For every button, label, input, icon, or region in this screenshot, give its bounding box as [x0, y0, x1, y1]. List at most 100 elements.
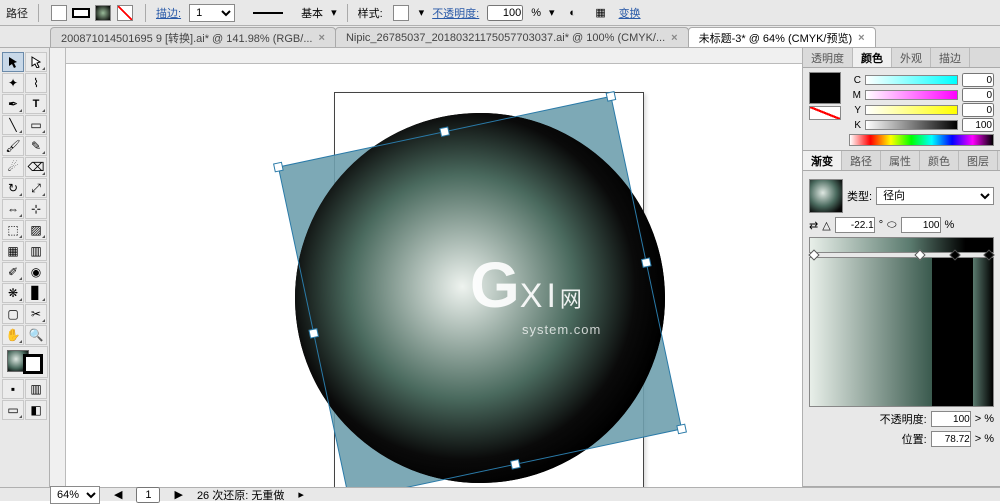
cyan-value[interactable]	[962, 73, 994, 87]
slice-tool[interactable]: ✂	[25, 304, 47, 324]
magenta-slider[interactable]	[865, 90, 958, 100]
opacity-input[interactable]	[487, 5, 523, 21]
pencil-tool[interactable]: ✎	[25, 136, 47, 156]
fill-swatch[interactable]	[49, 3, 69, 23]
artboard-nav-next[interactable]: ▶	[174, 488, 182, 501]
tab-transparency[interactable]: 透明度	[803, 48, 853, 67]
artboard-nav-prev[interactable]: ◀	[114, 488, 122, 501]
eraser-tool[interactable]: ⌫	[25, 157, 47, 177]
screen-mode-btn[interactable]: ▭	[2, 400, 24, 420]
gradient-swatch[interactable]	[93, 3, 113, 23]
spectrum-bar[interactable]	[849, 134, 994, 146]
control-bar: 路径 描边: 1 基本 ▾ 样式: ▾ 不透明度: % ▾ ◐ ▦ 变换	[0, 0, 1000, 26]
dash-style-label: 基本	[301, 5, 323, 21]
stroke-weight-select[interactable]: 1	[189, 4, 235, 22]
opacity-dropdown-icon[interactable]: ▾	[549, 6, 555, 19]
yellow-slider[interactable]	[865, 105, 958, 115]
none-color-swatch[interactable]	[809, 106, 841, 120]
pen-tool[interactable]: ✒	[2, 94, 24, 114]
tab-swatches[interactable]: 颜色	[920, 151, 959, 170]
document-tab[interactable]: 未标题-3* @ 64% (CMYK/预览) ×	[688, 27, 876, 47]
document-tab-bar: 200871014501695 9 [转换].ai* @ 141.98% (RG…	[0, 26, 1000, 48]
gradient-type-select[interactable]: 径向	[876, 187, 994, 205]
cyan-slider[interactable]	[865, 75, 958, 85]
recolor-icon[interactable]: ◐	[563, 3, 583, 23]
close-icon[interactable]: ×	[858, 32, 864, 44]
style-dropdown-icon[interactable]: ▾	[419, 6, 425, 19]
line-tool[interactable]: ╲	[2, 115, 24, 135]
gradient-mode-btn[interactable]: ▥	[25, 379, 47, 399]
symbol-sprayer-tool[interactable]: ❋	[2, 283, 24, 303]
free-transform-tool[interactable]: ⊹	[25, 199, 47, 219]
magic-wand-tool[interactable]: ✦	[2, 73, 24, 93]
fill-stroke-indicator[interactable]	[2, 346, 48, 378]
yellow-value[interactable]	[962, 103, 994, 117]
tab-attributes[interactable]: 属性	[881, 151, 920, 170]
stroke-arrow-preview[interactable]	[243, 3, 293, 23]
blend-tool[interactable]: ◉	[25, 262, 47, 282]
percent-label: %	[531, 7, 541, 19]
eyedropper-tool[interactable]: ✐	[2, 262, 24, 282]
perspective-grid-tool[interactable]: ▨	[25, 220, 47, 240]
draw-mode-btn[interactable]: ◧	[25, 400, 47, 420]
transform-link[interactable]: 变换	[619, 5, 641, 21]
stroke-swatch[interactable]	[71, 3, 91, 23]
yellow-label: Y	[849, 105, 861, 116]
stop-opacity-input[interactable]	[931, 411, 971, 427]
artboard-tool[interactable]: ▢	[2, 304, 24, 324]
stop-opacity-label: 不透明度:	[880, 411, 927, 427]
tab-appearance[interactable]: 外观	[892, 48, 931, 67]
gradient-aspect-input[interactable]	[901, 217, 941, 233]
document-tab[interactable]: Nipic_26785037_20180321175057703037.ai* …	[335, 27, 689, 47]
rectangle-tool[interactable]: ▭	[25, 115, 47, 135]
stroke-label[interactable]: 描边:	[156, 5, 181, 21]
direct-selection-tool[interactable]	[25, 52, 47, 72]
dash-dropdown-icon[interactable]: ▾	[331, 6, 337, 19]
document-tab[interactable]: 200871014501695 9 [转换].ai* @ 141.98% (RG…	[50, 27, 336, 47]
close-icon[interactable]: ×	[319, 32, 325, 44]
canvas[interactable]: GXI网 system.com	[50, 48, 802, 487]
gradient-angle-input[interactable]	[835, 217, 875, 233]
graphic-style-swatch[interactable]	[391, 3, 411, 23]
tab-pathfinder[interactable]: 路径	[842, 151, 881, 170]
paintbrush-tool[interactable]: 🖌	[2, 136, 24, 156]
status-dropdown-icon[interactable]: ▸	[298, 488, 304, 501]
none-swatch[interactable]	[115, 3, 135, 23]
artboard-number[interactable]	[136, 487, 160, 503]
stop-location-input[interactable]	[931, 431, 971, 447]
color-mode-btn[interactable]: ▪	[2, 379, 24, 399]
black-value[interactable]	[962, 118, 994, 132]
hand-tool[interactable]: ✋	[2, 325, 24, 345]
rotate-tool[interactable]: ↻	[2, 178, 24, 198]
close-icon[interactable]: ×	[671, 32, 677, 44]
blob-brush-tool[interactable]: ☄	[2, 157, 24, 177]
tab-layers[interactable]: 图层	[959, 151, 998, 170]
reverse-gradient-icon[interactable]: ⇄	[809, 219, 818, 232]
magenta-value[interactable]	[962, 88, 994, 102]
width-tool[interactable]: ⇔	[2, 199, 24, 219]
undo-status: 26 次还原: 无重做	[197, 487, 284, 503]
selection-tool[interactable]	[2, 52, 24, 72]
gradient-ramp[interactable]	[809, 237, 994, 253]
zoom-tool[interactable]: 🔍	[25, 325, 47, 345]
opacity-label[interactable]: 不透明度:	[432, 5, 479, 21]
align-icon[interactable]: ▦	[591, 3, 611, 23]
mesh-tool[interactable]: ▦	[2, 241, 24, 261]
black-slider[interactable]	[865, 120, 958, 130]
scale-tool[interactable]: ⤢	[25, 178, 47, 198]
tab-color[interactable]: 颜色	[853, 48, 892, 67]
type-tool[interactable]: T	[25, 94, 47, 114]
doc-tab-label: 未标题-3* @ 64% (CMYK/预览)	[699, 30, 853, 46]
graph-tool[interactable]: ▊	[25, 283, 47, 303]
aspect-icon: ⬭	[887, 219, 896, 232]
divider	[145, 4, 146, 22]
lasso-tool[interactable]: ⌇	[25, 73, 47, 93]
gradient-panel: 类型: 径向 ⇄ △ ° ⬭ % 不透明度: > %	[803, 171, 1000, 487]
fill-color-swatch[interactable]	[809, 72, 841, 104]
gradient-preview-swatch[interactable]	[809, 179, 843, 213]
vertical-ruler	[50, 48, 66, 487]
gradient-tool[interactable]: ▥	[25, 241, 47, 261]
shape-builder-tool[interactable]: ⬚	[2, 220, 24, 240]
tab-gradient[interactable]: 渐变	[803, 151, 842, 170]
tab-stroke[interactable]: 描边	[931, 48, 970, 67]
